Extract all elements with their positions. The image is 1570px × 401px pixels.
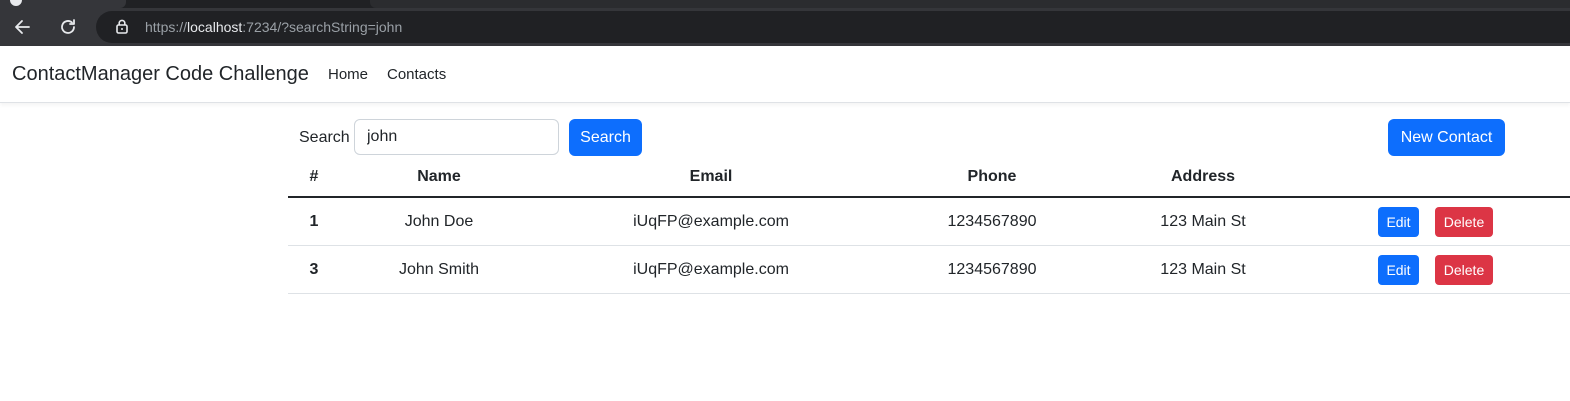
header-number: # <box>309 168 319 185</box>
search-input[interactable] <box>354 119 559 155</box>
nav-link-contacts[interactable]: Contacts <box>387 66 446 83</box>
url-text: https://localhost:7234/?searchString=joh… <box>145 19 402 35</box>
row-name: John Doe <box>404 213 474 230</box>
row-email: iUqFP@example.com <box>633 213 789 230</box>
row-phone: 1234567890 <box>947 261 1037 278</box>
header-phone: Phone <box>967 168 1017 185</box>
row-email: iUqFP@example.com <box>633 261 789 278</box>
table-header: # Name Email Phone Address <box>288 158 1570 198</box>
table-row: 3 John Smith iUqFP@example.com 123456789… <box>288 246 1570 294</box>
url-scheme: https:// <box>145 19 188 35</box>
url-host: localhost <box>187 19 243 35</box>
row-phone: 1234567890 <box>947 213 1037 230</box>
edit-button[interactable]: Edit <box>1378 207 1419 237</box>
new-contact-button[interactable]: New Contact <box>1388 119 1505 156</box>
row-name: John Smith <box>398 261 480 278</box>
table-row: 1 John Doe iUqFP@example.com 1234567890 … <box>288 198 1570 246</box>
page-viewport: ContactManager Code Challenge Home Conta… <box>0 46 1570 401</box>
address-bar[interactable]: https://localhost:7234/?searchString=joh… <box>96 11 1570 43</box>
row-address: 123 Main St <box>1160 213 1246 230</box>
delete-button[interactable]: Delete <box>1435 255 1493 285</box>
nav-link-home[interactable]: Home <box>328 66 368 83</box>
row-number: 1 <box>309 213 319 230</box>
browser-toolbar: https://localhost:7234/?searchString=joh… <box>0 8 1570 46</box>
back-arrow-icon[interactable] <box>12 16 34 38</box>
delete-button[interactable]: Delete <box>1435 207 1493 237</box>
lock-icon[interactable] <box>116 19 128 39</box>
browser-tab-strip <box>0 0 1570 8</box>
row-address: 123 Main St <box>1160 261 1246 278</box>
browser-tab-inactive[interactable] <box>370 0 1570 8</box>
header-name: Name <box>417 168 461 185</box>
navbar-brand[interactable]: ContactManager Code Challenge <box>12 63 309 86</box>
contacts-table: # Name Email Phone Address 1 John Doe iU… <box>288 158 1570 294</box>
edit-button[interactable]: Edit <box>1378 255 1419 285</box>
browser-tab-active[interactable] <box>0 0 126 8</box>
tab-favicon-icon <box>10 0 22 6</box>
header-address: Address <box>1170 168 1236 185</box>
url-rest: :7234/?searchString=john <box>242 19 403 35</box>
reload-icon[interactable] <box>57 16 79 38</box>
search-label: Search <box>299 129 350 146</box>
header-email: Email <box>689 168 733 185</box>
row-number: 3 <box>309 261 319 278</box>
navbar: ContactManager Code Challenge Home Conta… <box>0 46 1570 103</box>
search-button[interactable]: Search <box>569 119 642 156</box>
